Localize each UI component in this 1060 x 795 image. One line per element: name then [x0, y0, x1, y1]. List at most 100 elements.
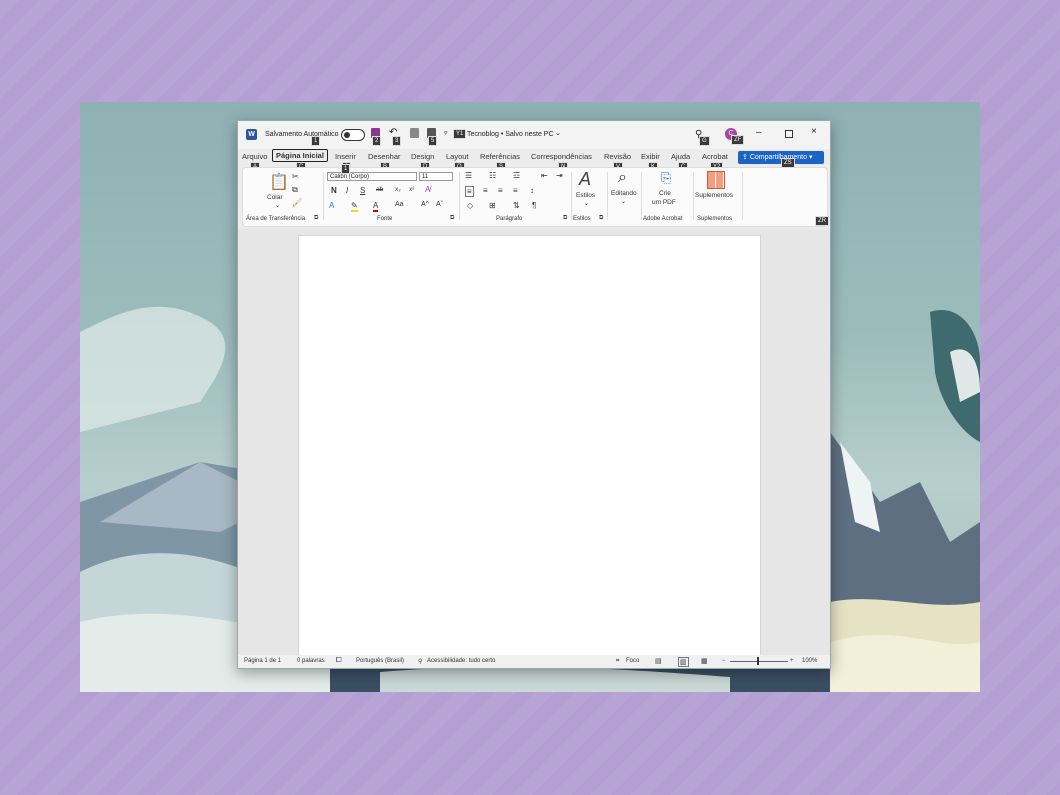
accessibility-icon[interactable]: ⚲ [418, 658, 422, 665]
tab-referencias[interactable]: Referências [480, 152, 520, 161]
search-icon[interactable]: ⌕ [618, 169, 627, 187]
keytip-autosave: 1 [311, 136, 321, 146]
shading-icon[interactable]: ◇ [467, 201, 473, 210]
paste-label[interactable]: Colar [267, 194, 283, 201]
styles-icon[interactable]: A [579, 169, 591, 190]
font-size-value: 11 [422, 174, 429, 180]
editing-label[interactable]: Editando [611, 190, 637, 197]
font-launcher-icon[interactable]: ⧉ [450, 215, 454, 222]
numbering-icon[interactable]: ☷ [489, 171, 496, 180]
accessibility-status[interactable]: Acessibilidade: tudo certo [427, 658, 495, 664]
language-status[interactable]: Português (Brasil) [356, 658, 404, 664]
tab-inserir[interactable]: Inserir [335, 152, 356, 161]
borders-icon[interactable]: ⊞ [489, 201, 496, 210]
zoom-slider[interactable] [730, 661, 788, 662]
document-page[interactable] [298, 235, 761, 657]
group-acrobat-label: Adobe Acrobat [643, 216, 683, 222]
chevron-down-icon: ▾ [807, 154, 813, 161]
align-center-icon[interactable]: ≡ [483, 186, 488, 195]
styles-label[interactable]: Estilos [576, 192, 595, 199]
customize-toolbar-icon[interactable]: ▿ [444, 129, 448, 137]
styles-launcher-icon[interactable]: ⧉ [599, 215, 603, 222]
word-count[interactable]: 0 palavras [297, 658, 325, 664]
chevron-down-icon[interactable]: ⌄ [555, 129, 561, 137]
grow-font-button[interactable]: A^ [421, 201, 429, 208]
word-window: W Salvamento Automático 1 2 ↶ 3 5 ▿ Y1 T… [237, 120, 831, 669]
bullets-icon[interactable]: ☰ [465, 171, 472, 180]
proofing-icon[interactable]: ⧠ [336, 657, 342, 665]
change-case-button[interactable]: Aa [395, 201, 404, 208]
copy-icon[interactable]: ⧉ [292, 185, 298, 195]
underline-button[interactable]: S [360, 186, 365, 195]
tab-revisao[interactable]: Revisão [604, 152, 631, 161]
paragraph-launcher-icon[interactable]: ⧉ [563, 215, 567, 222]
print-layout-icon[interactable]: ▥ [678, 657, 689, 667]
web-layout-icon[interactable]: ▦ [701, 657, 708, 665]
decrease-indent-icon[interactable]: ⇤ [541, 171, 548, 180]
maximize-icon[interactable] [785, 130, 793, 138]
paste-dropdown-icon[interactable]: ⌄ [275, 202, 280, 209]
shrink-font-button[interactable]: Aˇ [436, 201, 443, 208]
format-painter-icon[interactable]: 🖌 [292, 198, 302, 207]
addins-icon[interactable] [707, 171, 725, 189]
bold-button[interactable]: N [331, 186, 337, 195]
font-color-button[interactable]: A [373, 201, 379, 212]
zoom-level[interactable]: 100% [802, 658, 817, 664]
tab-ajuda[interactable]: Ajuda [671, 152, 690, 161]
subscript-button[interactable]: x₂ [395, 186, 401, 193]
group-addins-label: Suplementos [697, 216, 733, 222]
read-mode-icon[interactable]: ▤ [655, 657, 662, 665]
create-pdf-icon[interactable]: ⎘ [661, 170, 671, 186]
minimize-icon[interactable]: – [756, 127, 762, 138]
clear-formatting-icon[interactable]: A̸ [425, 185, 430, 194]
increase-indent-icon[interactable]: ⇥ [556, 171, 563, 180]
zoom-out-button[interactable]: − [722, 658, 726, 664]
keytip-pen: G [699, 136, 710, 146]
tab-arquivo[interactable]: Arquivo [242, 152, 267, 161]
justify-icon[interactable]: ≡ [513, 186, 518, 195]
tab-design[interactable]: Design [411, 152, 434, 161]
redo-icon[interactable] [410, 128, 419, 138]
close-icon[interactable]: × [811, 126, 817, 137]
zoom-slider-thumb[interactable] [757, 657, 759, 665]
editing-dropdown-icon[interactable]: ⌄ [621, 198, 626, 205]
italic-button[interactable]: I [346, 186, 348, 195]
paste-icon[interactable]: 📋 [269, 172, 289, 192]
highlight-icon[interactable]: ✎ [351, 201, 358, 212]
create-pdf-label-2[interactable]: um PDF [652, 199, 676, 206]
clipboard-launcher-icon[interactable]: ⧉ [314, 215, 318, 222]
cut-icon[interactable]: ✂ [292, 172, 299, 181]
align-right-icon[interactable]: ≡ [498, 186, 503, 195]
addins-label[interactable]: Suplementos [695, 192, 733, 199]
autosave-toggle[interactable] [341, 129, 365, 141]
separator [693, 172, 694, 220]
superscript-button[interactable]: x² [409, 186, 414, 193]
tab-layout[interactable]: Layout [446, 152, 469, 161]
styles-dropdown-icon[interactable]: ⌄ [584, 200, 589, 207]
line-spacing-icon[interactable]: ↕ [530, 186, 534, 195]
focus-icon[interactable]: ⌗ [616, 658, 619, 665]
ribbon-home: 📋 Colar ⌄ ✂ ⧉ 🖌 Área de Transferência ⧉ … [242, 167, 828, 227]
tab-acrobat[interactable]: Acrobat [702, 152, 728, 161]
document-area [238, 229, 830, 657]
tab-correspondencias[interactable]: Correspondências [531, 152, 592, 161]
keytip-account: ZF [731, 135, 745, 145]
keytip-save: 2 [372, 136, 382, 146]
create-pdf-label-1[interactable]: Crie [659, 190, 671, 197]
tab-pagina-inicial[interactable]: Página Inicial [272, 149, 328, 162]
tab-desenhar[interactable]: Desenhar [368, 152, 401, 161]
strikethrough-button[interactable]: ab [376, 186, 383, 193]
text-effects-icon[interactable]: A [329, 201, 334, 210]
tab-exibir[interactable]: Exibir [641, 152, 660, 161]
focus-button[interactable]: Foco [626, 658, 639, 664]
sort-icon[interactable]: ⇅ [513, 201, 520, 210]
align-left-icon[interactable]: ≡ [465, 186, 474, 197]
document-title[interactable]: Tecnoblog • Salvo neste PC [467, 131, 554, 138]
separator [607, 172, 608, 220]
show-formatting-button[interactable]: ¶ [532, 201, 536, 210]
zoom-in-button[interactable]: + [790, 658, 794, 664]
keytip-title: Y1 [453, 129, 467, 139]
font-size-combo[interactable]: 11 [419, 172, 453, 181]
multilevel-list-icon[interactable]: ☲ [513, 171, 520, 180]
page-count[interactable]: Página 1 de 1 [244, 658, 281, 664]
